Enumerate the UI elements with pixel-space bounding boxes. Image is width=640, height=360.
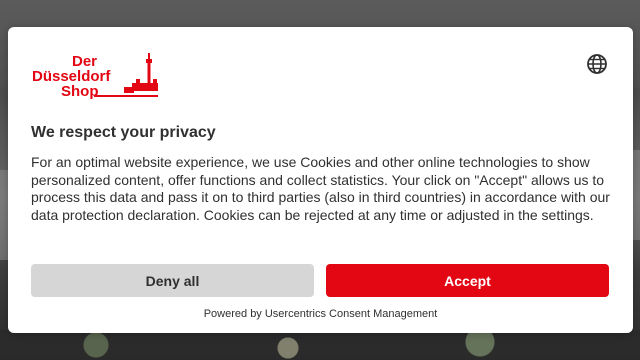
deny-all-button[interactable]: Deny all (31, 264, 314, 297)
consent-dialog: Der Düsseldorf Shop We respect your priv… (8, 27, 633, 333)
globe-icon (587, 54, 607, 74)
background-plants-image (0, 330, 640, 360)
brand-logo: Der Düsseldorf Shop (32, 53, 158, 100)
powered-by-text: Powered by Usercentrics Consent Manageme… (203, 308, 438, 320)
language-button[interactable] (585, 52, 609, 76)
consent-title: We respect your privacy (31, 124, 216, 141)
logo-text-shop: Shop (61, 83, 99, 100)
consent-description: For an optimal website experience, we us… (31, 154, 610, 223)
accept-button[interactable]: Accept (326, 264, 609, 297)
